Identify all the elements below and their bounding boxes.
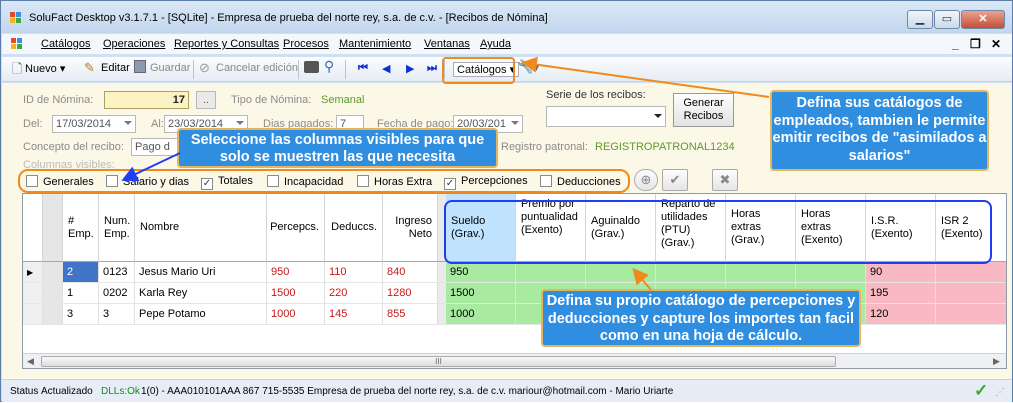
status-info: 1(0) - AAA010101AAA 867 715-5535 Empresa… xyxy=(141,386,674,397)
status-label: Status xyxy=(10,386,39,397)
arrow-columnas xyxy=(121,152,181,182)
arrow-catalogos xyxy=(521,56,770,98)
status-dlls: DLLs:Ok xyxy=(101,386,140,397)
status-bar: Status Actualizado DLLs:Ok 1(0) - AAA010… xyxy=(2,379,1012,402)
resize-grip-icon[interactable]: ⋰ xyxy=(995,387,1005,398)
ok-check-icon: ✓ xyxy=(974,381,989,400)
arrow-percepciones xyxy=(632,267,652,291)
app-window: SoluFact Desktop v3.1.7.1 - [SQLite] - E… xyxy=(0,0,1013,402)
arrows-overlay xyxy=(121,56,770,291)
status-state: Actualizado xyxy=(41,386,93,397)
